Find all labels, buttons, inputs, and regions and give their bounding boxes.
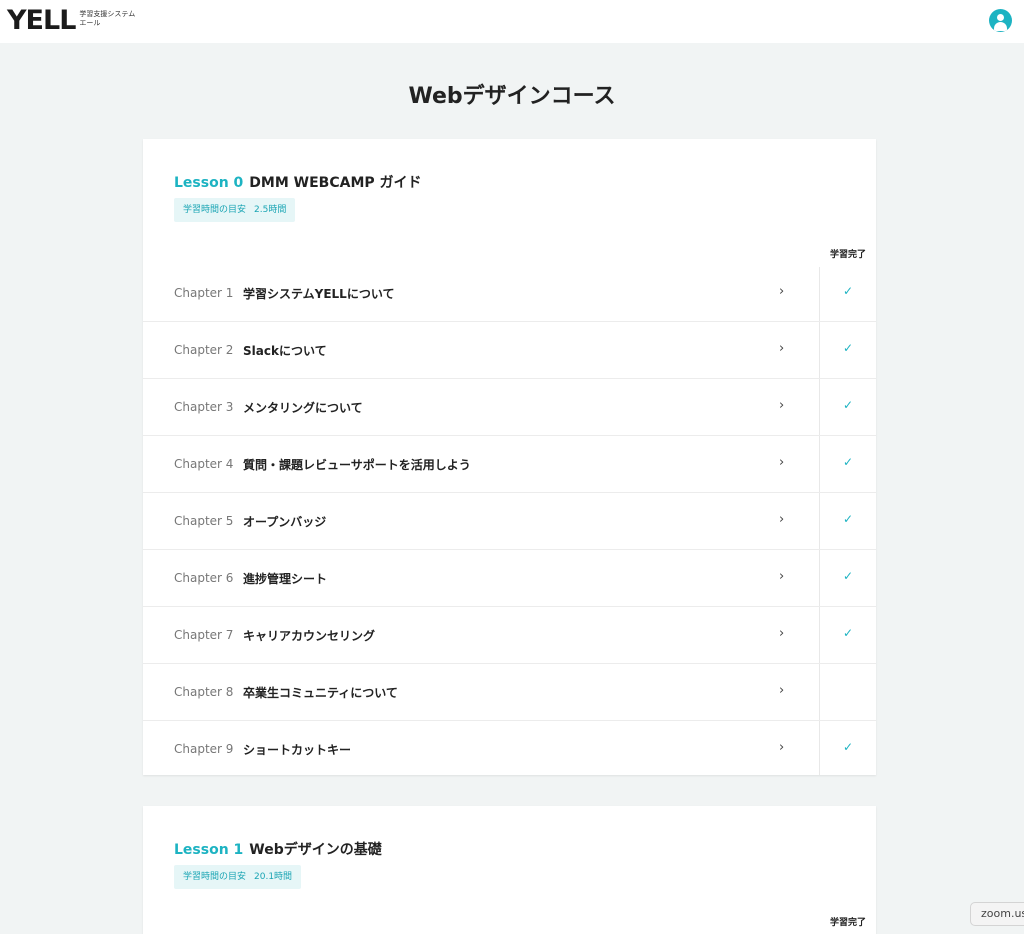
page-title: Webデザインコース <box>408 84 616 109</box>
chapter-number: Chapter 2 <box>174 343 234 357</box>
study-time-label: 学習時間の目安 <box>183 872 247 882</box>
lesson-card: Lesson 1 Webデザインの基礎 学習時間の目安 20.1時間 学習完了 <box>143 806 876 934</box>
chapter-number: Chapter 8 <box>174 685 234 699</box>
chapter-title: Slackについて <box>243 344 327 358</box>
logo-subtitle: 学習支援システム エール <box>79 10 135 28</box>
check-icon: ✓ <box>842 398 854 412</box>
chapter-number: Chapter 1 <box>174 286 234 300</box>
avatar-body-shape <box>994 22 1007 31</box>
chapter-number: Chapter 5 <box>174 514 234 528</box>
yell-logo[interactable]: YELL 学習支援システム エール <box>7 7 135 35</box>
chapter-row[interactable]: Chapter 7 キャリアカウンセリング › ✓ <box>143 607 876 664</box>
check-icon: ✓ <box>842 455 854 469</box>
check-icon: ✓ <box>842 569 854 583</box>
chevron-right-icon: › <box>779 512 785 527</box>
chapter-title: オープンバッジ <box>243 515 327 529</box>
chapter-row[interactable]: Chapter 2 Slackについて › ✓ <box>143 322 876 379</box>
lesson-card: Lesson 0 DMM WEBCAMP ガイド 学習時間の目安 2.5時間 学習完… <box>143 139 876 775</box>
chapter-title: ショートカットキー <box>243 743 352 757</box>
check-icon: ✓ <box>842 740 854 754</box>
check-icon: ✓ <box>842 341 854 355</box>
chevron-right-icon: › <box>779 740 785 755</box>
chapter-number: Chapter 4 <box>174 457 234 471</box>
chevron-right-icon: › <box>779 626 785 641</box>
lesson-number: Lesson 1 <box>174 842 244 858</box>
check-icon: ✓ <box>842 284 854 298</box>
user-avatar-icon[interactable] <box>989 9 1012 32</box>
chapter-title: 卒業生コミュニティについて <box>243 686 398 700</box>
study-time-badge: 学習時間の目安 2.5時間 <box>174 198 296 222</box>
study-time-label: 学習時間の目安 <box>183 205 247 215</box>
study-time-value: 20.1時間 <box>254 872 293 882</box>
chapter-row[interactable]: Chapter 8 卒業生コミュニティについて › <box>143 664 876 721</box>
study-time-value: 2.5時間 <box>254 205 287 215</box>
chapter-row[interactable]: Chapter 6 進捗管理シート › ✓ <box>143 550 876 607</box>
chapter-list: Chapter 1 学習システムYELLについて › ✓ Chapter 2 S… <box>143 265 876 778</box>
chevron-right-icon: › <box>779 284 785 299</box>
chapter-title: キャリアカウンセリング <box>243 629 376 643</box>
chapter-row[interactable]: Chapter 3 メンタリングについて › ✓ <box>143 379 876 436</box>
chapter-number: Chapter 9 <box>174 742 234 756</box>
chapter-row[interactable]: Chapter 1 学習システムYELLについて › ✓ <box>143 265 876 322</box>
lesson-title: Lesson 1 Webデザインの基礎 <box>174 839 382 859</box>
completion-column-header: 学習完了 <box>829 250 866 260</box>
zoom-tooltip: zoom.us <box>970 902 1024 926</box>
avatar-head-shape <box>997 14 1004 21</box>
lesson-number: Lesson 0 <box>174 175 244 191</box>
chevron-right-icon: › <box>779 341 785 356</box>
chapter-row[interactable]: Chapter 9 ショートカットキー › ✓ <box>143 721 876 778</box>
chapter-title: 質問・課題レビューサポートを活用しよう <box>243 458 471 472</box>
chapter-title: 進捗管理シート <box>243 572 328 586</box>
study-time-badge: 学習時間の目安 20.1時間 <box>174 865 302 889</box>
lesson-name: DMM WEBCAMP ガイド <box>249 175 422 191</box>
chevron-right-icon: › <box>779 455 785 470</box>
chapter-title: 学習システムYELLについて <box>243 287 395 301</box>
completion-column-header: 学習完了 <box>829 918 866 928</box>
chapter-row[interactable]: Chapter 4 質問・課題レビューサポートを活用しよう › ✓ <box>143 436 876 493</box>
check-icon: ✓ <box>842 512 854 526</box>
chevron-right-icon: › <box>779 398 785 413</box>
chevron-right-icon: › <box>779 683 785 698</box>
chapter-number: Chapter 7 <box>174 628 234 642</box>
chapter-number: Chapter 3 <box>174 400 234 414</box>
logo-subtitle-line1: 学習支援システム <box>79 10 136 18</box>
lesson-title: Lesson 0 DMM WEBCAMP ガイド <box>174 172 422 192</box>
check-icon: ✓ <box>842 626 854 640</box>
logo-mark: YELL <box>7 5 76 36</box>
chapter-title: メンタリングについて <box>243 401 363 415</box>
chevron-right-icon: › <box>779 569 785 584</box>
lesson-name: Webデザインの基礎 <box>249 842 382 858</box>
chapter-row[interactable]: Chapter 5 オープンバッジ › ✓ <box>143 493 876 550</box>
top-header: YELL 学習支援システム エール <box>0 0 1024 43</box>
logo-subtitle-line2: エール <box>79 19 101 27</box>
chapter-number: Chapter 6 <box>174 571 234 585</box>
